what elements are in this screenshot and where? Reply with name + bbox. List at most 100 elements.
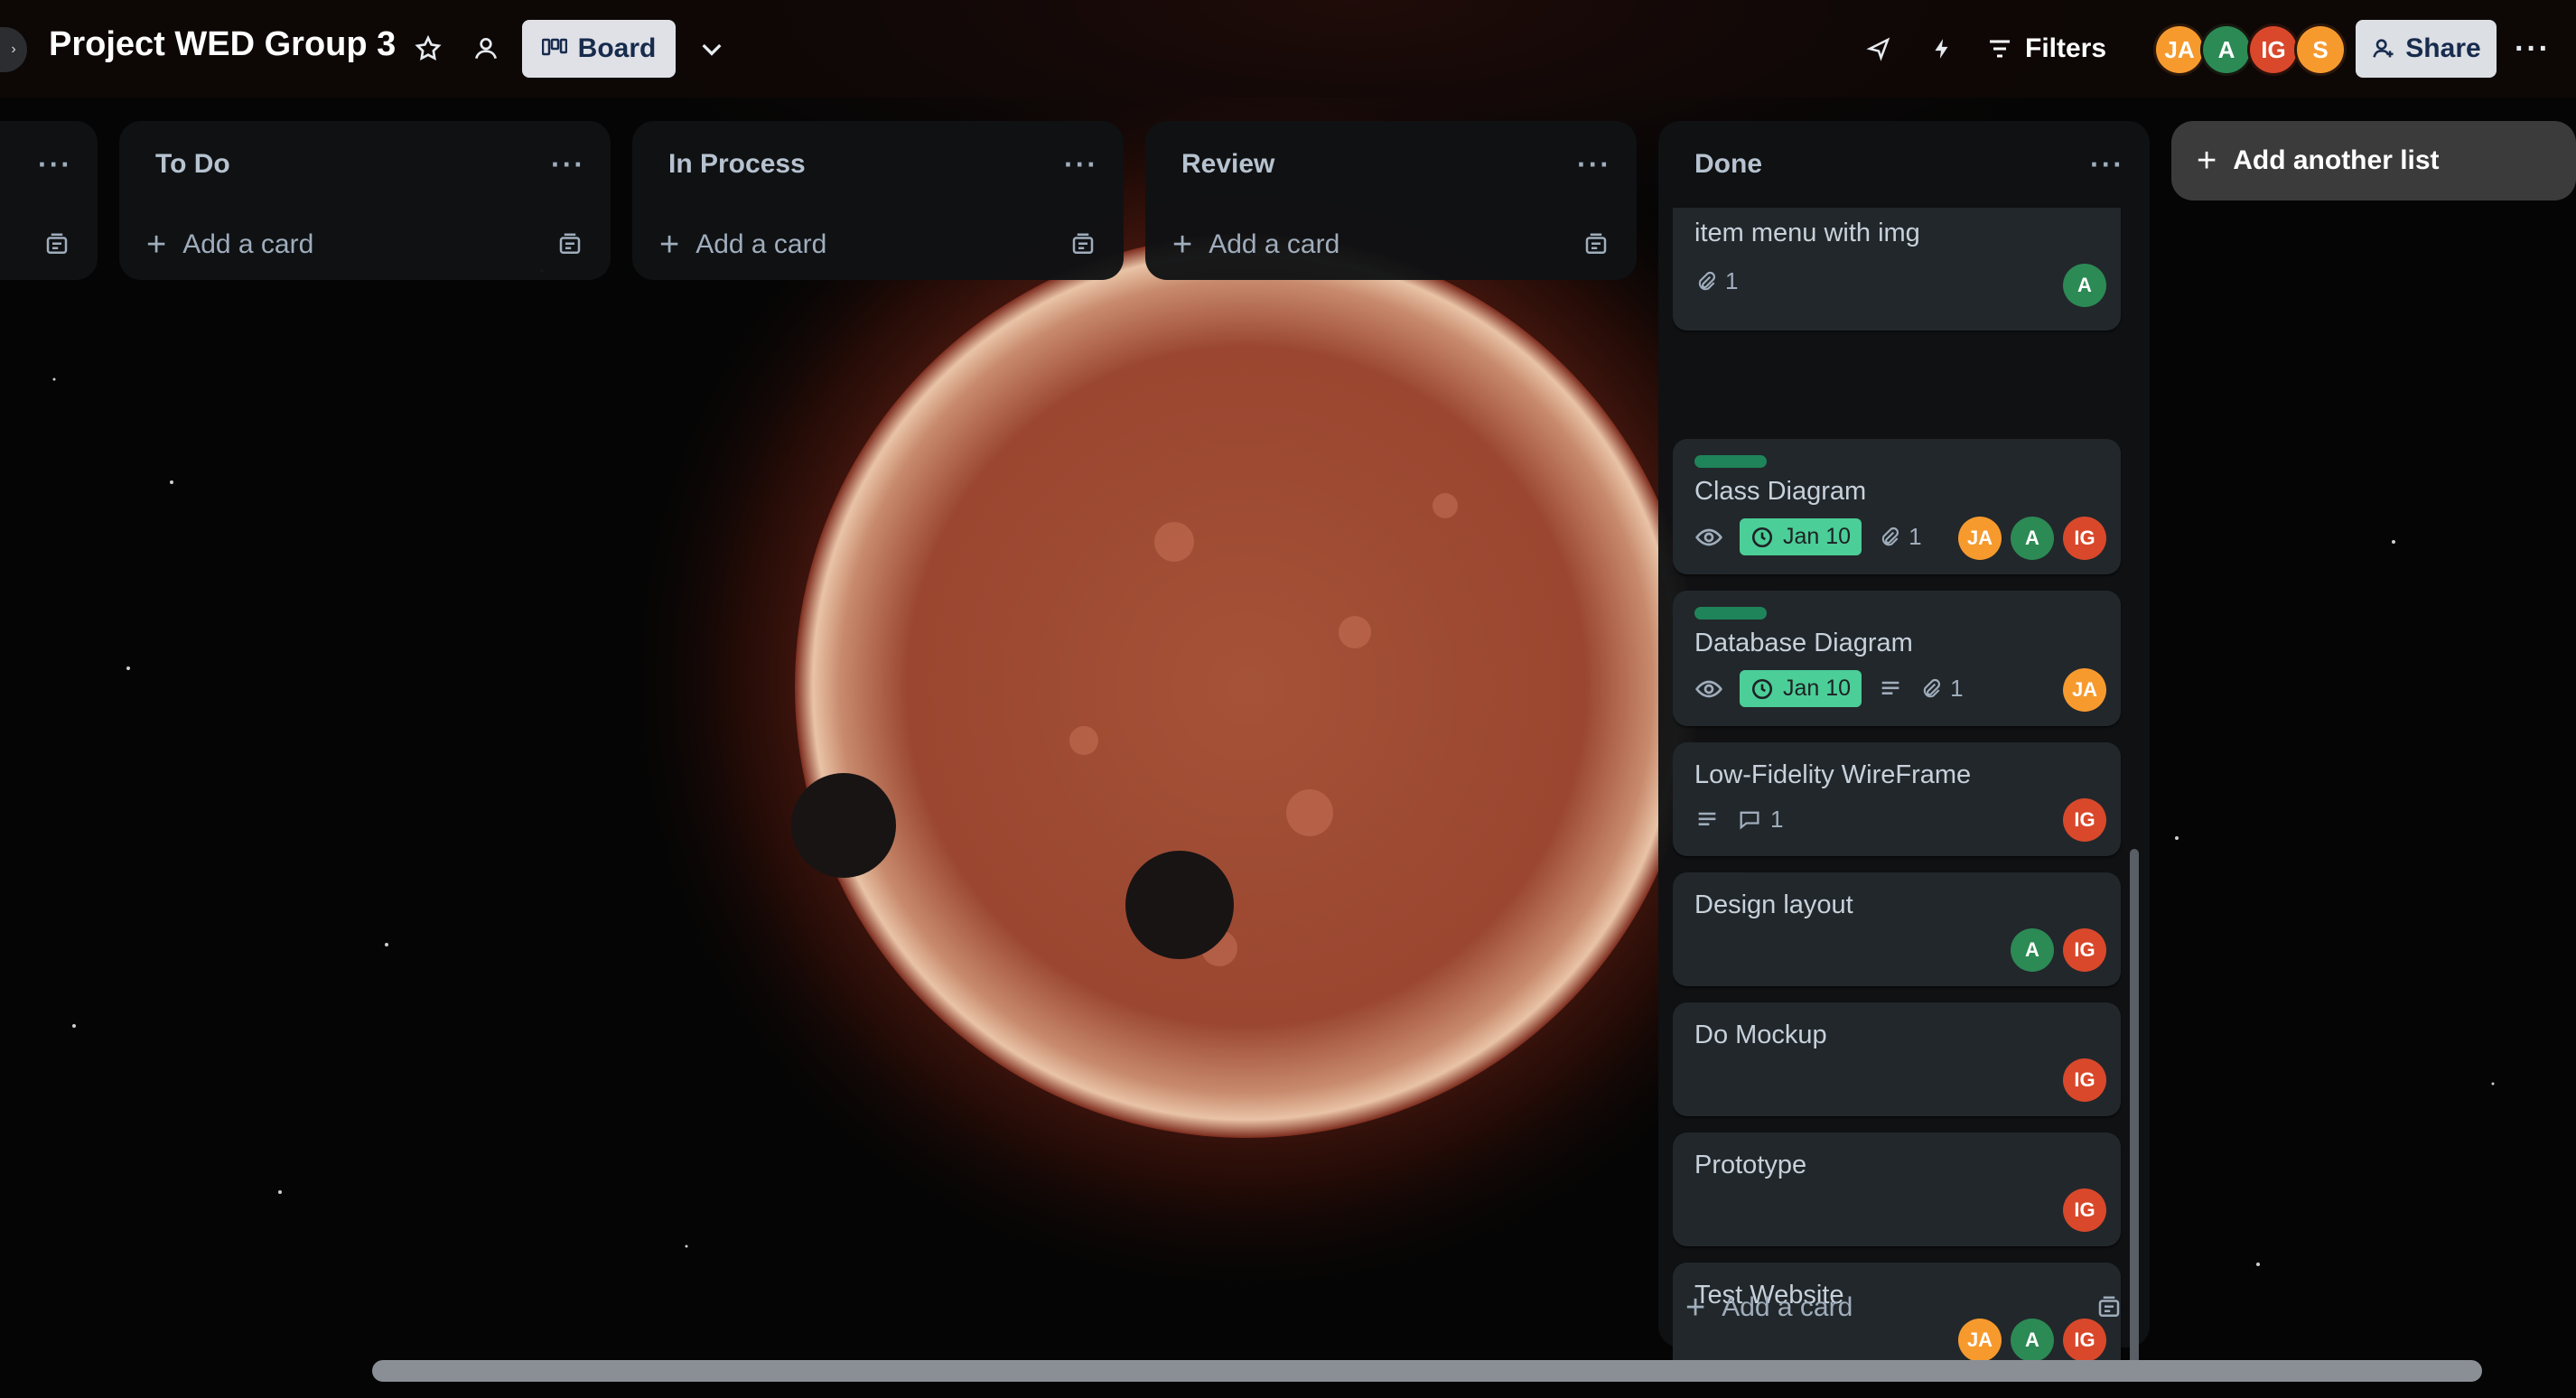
card-low-fidelity-wireframe[interactable]: Low-Fidelity WireFrame 1 IG — [1673, 742, 2121, 856]
list-menu-icon[interactable]: ··· — [1577, 148, 1611, 182]
card-template-icon[interactable] — [1069, 231, 1097, 258]
more-icon[interactable]: ··· — [2507, 23, 2558, 74]
add-list-label: Add another list — [2233, 145, 2440, 175]
plus-icon: + — [146, 225, 167, 264]
avatar[interactable]: JA — [2063, 668, 2106, 712]
avatar[interactable]: JA — [2153, 23, 2206, 76]
card-do-mockup[interactable]: Do Mockup IG — [1673, 1002, 2121, 1116]
automation-icon[interactable] — [1917, 23, 1967, 74]
chevron-down-icon[interactable] — [686, 23, 737, 74]
list-menu-icon[interactable]: ··· — [1064, 148, 1098, 182]
avatar[interactable]: A — [2011, 517, 2054, 560]
workspace-visibility-icon[interactable] — [461, 23, 511, 74]
comment-badge: 1 — [1736, 806, 1783, 834]
avatar[interactable]: IG — [2063, 928, 2106, 972]
attachment-count: 1 — [1725, 267, 1739, 294]
expand-sidebar-button[interactable]: › — [0, 27, 27, 72]
avatar[interactable]: IG — [2063, 517, 2106, 560]
paperclip-icon — [1698, 271, 1715, 290]
share-button[interactable]: Share — [2356, 20, 2497, 78]
card-template-icon[interactable] — [1582, 231, 1610, 258]
card-label-green[interactable] — [1694, 607, 1767, 620]
board-header: › Project WED Group 3 Board Filters JA A… — [0, 0, 2576, 98]
paperclip-icon — [1923, 678, 1941, 697]
list-title[interactable]: In Process — [668, 149, 806, 180]
board-view-label: Board — [577, 33, 657, 63]
card-template-icon[interactable] — [43, 231, 70, 258]
card-list: item menu with img 1 A Class Diagram Jan… — [1673, 208, 2135, 1382]
add-card-label: Add a card — [182, 229, 314, 259]
list-in-process: In Process ··· + Add a card — [632, 121, 1124, 280]
card-title: item menu with img — [1694, 219, 1920, 247]
card-database-diagram[interactable]: Database Diagram Jan 10 1 JA — [1673, 591, 2121, 726]
attachment-count: 1 — [1950, 675, 1964, 702]
comment-icon — [1740, 811, 1759, 830]
avatar[interactable]: A — [2011, 928, 2054, 972]
board-view-button[interactable]: Board — [522, 20, 676, 78]
due-date-badge[interactable]: Jan 10 — [1740, 670, 1862, 707]
filters-label: Filters — [2025, 33, 2107, 63]
list-to-do: To Do ··· + Add a card — [119, 121, 611, 280]
board-title[interactable]: Project WED Group 3 — [49, 25, 396, 64]
avatar[interactable]: S — [2294, 23, 2347, 76]
plus-icon: + — [2197, 141, 2217, 180]
board-icon — [541, 38, 567, 56]
filter-icon — [1990, 40, 2010, 58]
star-icon[interactable] — [403, 23, 453, 74]
card-title: Database Diagram — [1694, 629, 1913, 657]
share-label: Share — [2405, 33, 2481, 63]
plus-icon: + — [659, 225, 680, 264]
add-card-button[interactable]: + Add a card — [632, 208, 1124, 282]
plus-icon: + — [1172, 225, 1193, 264]
avatar[interactable]: IG — [2247, 23, 2300, 76]
due-date-badge[interactable]: Jan 10 — [1740, 518, 1862, 555]
add-card-button[interactable]: + Add a card — [119, 208, 611, 282]
filters-button[interactable]: Filters — [1987, 23, 2106, 74]
card-item-menu-with-img[interactable]: item menu with img 1 A — [1673, 208, 2121, 331]
add-card-button[interactable]: + Add a card — [1145, 208, 1637, 282]
attachment-count: 1 — [1909, 523, 1922, 550]
list-menu-icon[interactable]: ··· — [2090, 148, 2124, 182]
avatar[interactable]: IG — [2063, 1188, 2106, 1232]
add-card-button[interactable]: + Add a card — [1658, 1268, 2150, 1347]
card-design-layout[interactable]: Design layout A IG — [1673, 872, 2121, 986]
card-prototype[interactable]: Prototype IG — [1673, 1132, 2121, 1246]
card-class-diagram[interactable]: Class Diagram Jan 10 1 JA A IG — [1673, 439, 2121, 574]
clock-icon — [1751, 527, 1773, 547]
list-menu-icon[interactable]: ··· — [551, 148, 585, 182]
list-partial: ··· — [0, 121, 98, 280]
card-title: Low-Fidelity WireFrame — [1694, 760, 1972, 789]
watch-icon — [1695, 528, 1722, 545]
avatar[interactable]: A — [2200, 23, 2253, 76]
list-title[interactable]: Done — [1694, 149, 1762, 180]
list-title[interactable]: To Do — [155, 149, 230, 180]
power-up-icon[interactable] — [1853, 23, 1904, 74]
card-template-icon[interactable] — [556, 231, 583, 258]
card-label-green[interactable] — [1694, 455, 1767, 468]
comment-count: 1 — [1770, 806, 1784, 833]
due-date-text: Jan 10 — [1783, 676, 1852, 701]
card-title: Class Diagram — [1694, 477, 1867, 506]
plus-icon: + — [1685, 1288, 1706, 1327]
clock-icon — [1751, 678, 1773, 699]
avatar[interactable]: A — [2063, 264, 2106, 307]
paperclip-icon — [1881, 527, 1899, 545]
card-template-icon[interactable] — [2095, 1294, 2123, 1321]
watch-icon — [1695, 680, 1722, 697]
avatar[interactable]: IG — [2063, 1058, 2106, 1102]
list-menu-icon[interactable]: ··· — [38, 148, 72, 182]
add-another-list-button[interactable]: + Add another list — [2171, 121, 2576, 200]
card-title: Design layout — [1694, 890, 1853, 919]
attachment-badge: 1 — [1878, 523, 1922, 551]
add-card-label: Add a card — [1209, 229, 1340, 259]
board-horizontal-scrollbar[interactable] — [372, 1360, 2482, 1382]
list-done: Done ··· item menu with img 1 A Class Di… — [1658, 121, 2150, 1376]
avatar[interactable]: IG — [2063, 798, 2106, 842]
avatar[interactable]: JA — [1958, 517, 2002, 560]
list-title[interactable]: Review — [1181, 149, 1274, 180]
card-title: Prototype — [1694, 1151, 1807, 1179]
due-date-text: Jan 10 — [1783, 524, 1852, 549]
attachment-badge: 1 — [1694, 267, 1738, 295]
add-card-label: Add a card — [695, 229, 827, 259]
description-icon — [1881, 681, 1899, 694]
